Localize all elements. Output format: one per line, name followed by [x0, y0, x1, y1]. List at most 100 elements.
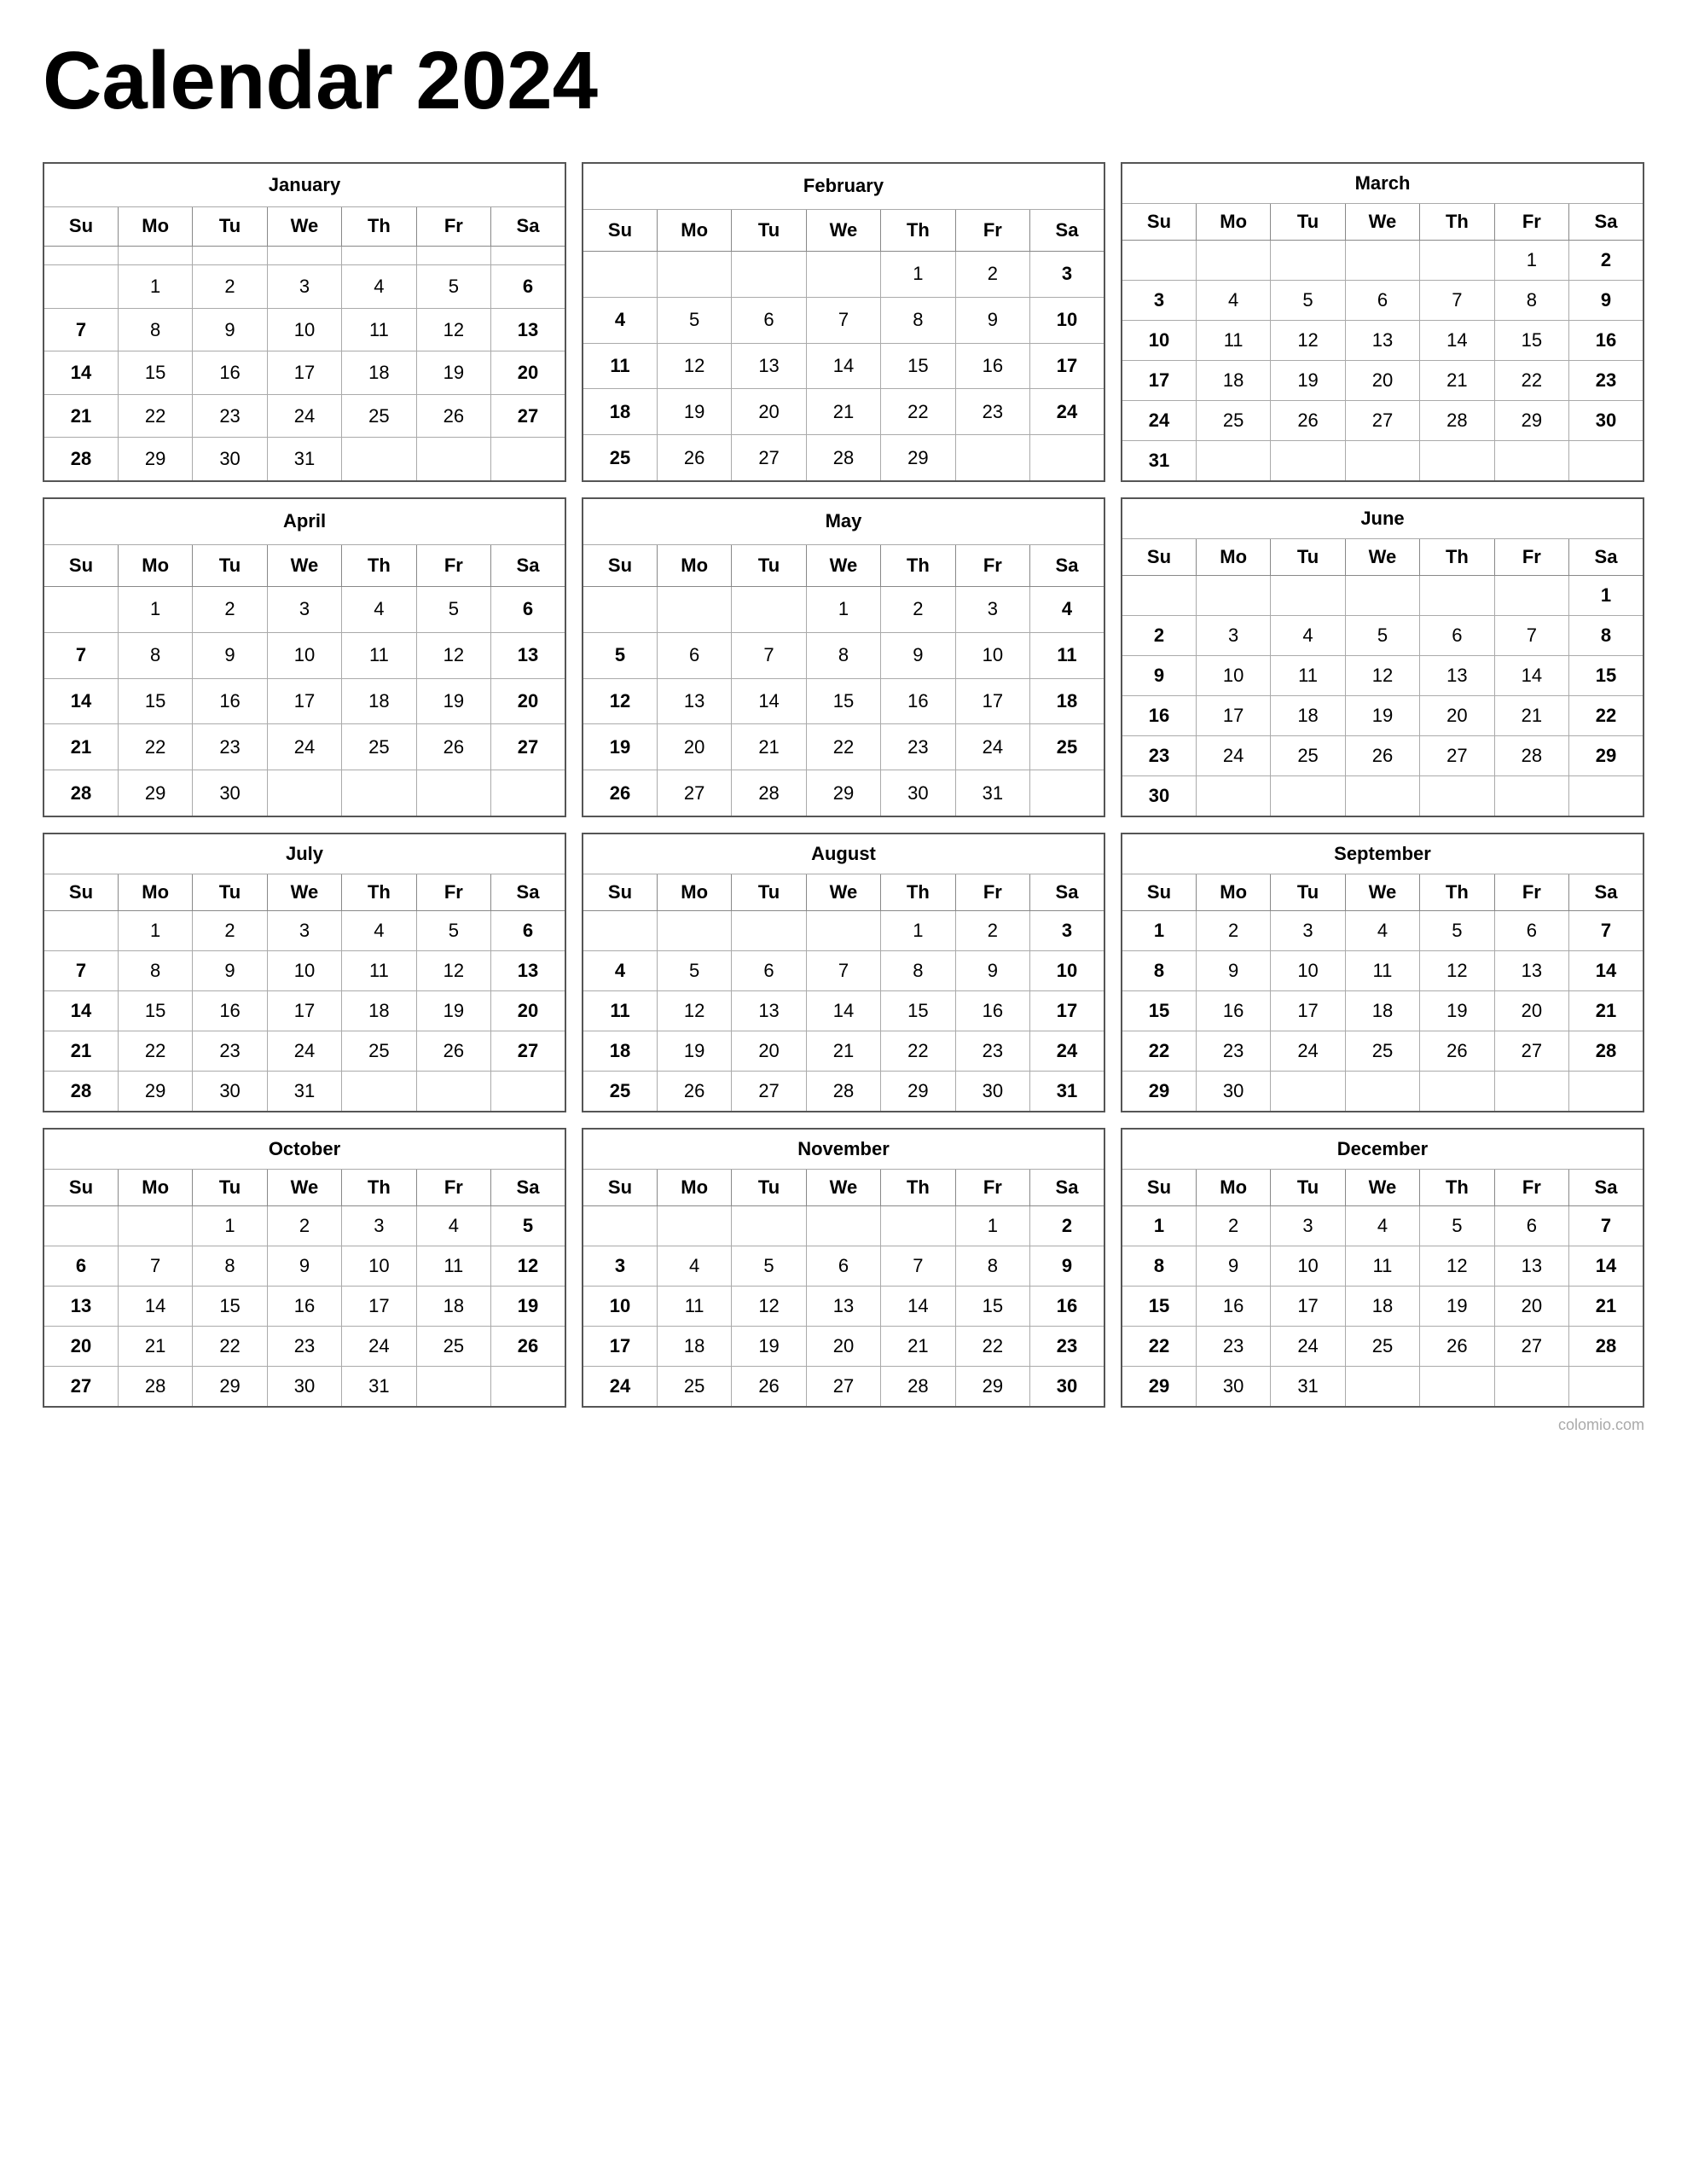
day-cell: 5	[657, 951, 731, 991]
day-cell: 26	[732, 1367, 806, 1408]
day-cell: 13	[657, 678, 731, 724]
month-table-february: FebruarySuMoTuWeThFrSa123456789101112131…	[582, 162, 1105, 482]
day-cell: 7	[43, 951, 118, 991]
day-cell: 11	[1345, 951, 1419, 991]
day-cell: 18	[1271, 696, 1345, 736]
day-cell: 16	[267, 1287, 341, 1327]
day-header-sa: Sa	[1569, 874, 1644, 911]
day-cell: 3	[1030, 911, 1104, 951]
day-cell: 16	[1196, 991, 1270, 1031]
day-header-sa: Sa	[1030, 1170, 1104, 1206]
day-cell	[491, 1072, 565, 1112]
day-cell: 29	[1494, 401, 1568, 441]
day-cell: 21	[1494, 696, 1568, 736]
day-cell	[1345, 1367, 1419, 1408]
day-cell: 19	[491, 1287, 565, 1327]
day-cell: 21	[806, 389, 880, 435]
day-cell: 12	[657, 991, 731, 1031]
day-cell: 4	[583, 297, 657, 343]
day-cell: 14	[1494, 656, 1568, 696]
day-header-fr: Fr	[955, 1170, 1029, 1206]
day-cell	[1196, 441, 1270, 482]
day-cell: 30	[267, 1367, 341, 1408]
day-cell: 6	[43, 1246, 118, 1287]
day-cell: 21	[806, 1031, 880, 1072]
month-table-june: JuneSuMoTuWeThFrSa1234567891011121314151…	[1121, 497, 1644, 817]
day-header-mo: Mo	[118, 206, 192, 246]
day-cell: 13	[491, 951, 565, 991]
day-cell: 22	[118, 1031, 192, 1072]
day-header-tu: Tu	[193, 544, 267, 586]
day-header-tu: Tu	[1271, 204, 1345, 241]
day-cell	[1569, 441, 1644, 482]
day-cell: 16	[1569, 321, 1644, 361]
day-cell	[1420, 576, 1494, 616]
day-cell: 2	[267, 1206, 341, 1246]
day-header-tu: Tu	[732, 1170, 806, 1206]
day-cell: 6	[657, 632, 731, 678]
day-cell: 26	[657, 1072, 731, 1112]
day-cell: 22	[1569, 696, 1644, 736]
day-cell	[342, 770, 416, 816]
day-cell: 10	[583, 1287, 657, 1327]
day-cell: 31	[267, 1072, 341, 1112]
month-table-november: NovemberSuMoTuWeThFrSa123456789101112131…	[582, 1128, 1105, 1408]
day-header-su: Su	[1122, 874, 1196, 911]
day-cell	[491, 246, 565, 265]
day-cell: 17	[1122, 361, 1196, 401]
month-title-august: August	[583, 834, 1104, 874]
day-cell: 27	[1494, 1327, 1568, 1367]
month-table-july: JulySuMoTuWeThFrSa1234567891011121314151…	[43, 833, 566, 1112]
day-header-su: Su	[43, 544, 118, 586]
day-cell: 28	[43, 438, 118, 481]
day-cell: 25	[1345, 1327, 1419, 1367]
day-cell: 19	[416, 678, 490, 724]
day-cell: 12	[1271, 321, 1345, 361]
day-cell: 1	[806, 587, 880, 633]
day-cell	[881, 1206, 955, 1246]
day-cell: 2	[881, 587, 955, 633]
day-cell: 13	[806, 1287, 880, 1327]
day-cell: 9	[193, 308, 267, 351]
day-cell: 1	[1122, 911, 1196, 951]
day-cell: 15	[1122, 1287, 1196, 1327]
day-cell	[806, 252, 880, 298]
day-cell: 29	[881, 435, 955, 481]
day-cell: 5	[1345, 616, 1419, 656]
day-header-fr: Fr	[416, 206, 490, 246]
day-cell: 8	[118, 632, 192, 678]
day-cell	[1030, 770, 1104, 816]
day-cell: 3	[267, 587, 341, 633]
day-cell: 20	[1420, 696, 1494, 736]
day-cell: 14	[43, 678, 118, 724]
day-cell: 20	[491, 991, 565, 1031]
day-cell	[1420, 241, 1494, 281]
day-cell: 16	[193, 678, 267, 724]
day-cell: 9	[881, 632, 955, 678]
month-table-august: AugustSuMoTuWeThFrSa12345678910111213141…	[582, 833, 1105, 1112]
day-cell: 14	[806, 343, 880, 389]
day-cell: 27	[657, 770, 731, 816]
day-cell: 11	[342, 951, 416, 991]
day-cell: 31	[1122, 441, 1196, 482]
day-cell: 26	[416, 724, 490, 770]
day-cell: 10	[1030, 951, 1104, 991]
day-cell: 29	[1569, 736, 1644, 776]
day-cell: 7	[118, 1246, 192, 1287]
day-cell: 9	[1122, 656, 1196, 696]
day-cell: 22	[118, 724, 192, 770]
day-cell: 7	[732, 632, 806, 678]
day-cell: 25	[1345, 1031, 1419, 1072]
day-cell: 1	[118, 265, 192, 309]
day-cell: 4	[657, 1246, 731, 1287]
day-cell: 21	[732, 724, 806, 770]
day-cell: 19	[732, 1327, 806, 1367]
day-cell: 24	[267, 1031, 341, 1072]
day-cell: 30	[1569, 401, 1644, 441]
day-cell: 12	[657, 343, 731, 389]
day-cell	[1271, 1072, 1345, 1112]
day-cell: 4	[1345, 911, 1419, 951]
day-cell: 21	[1420, 361, 1494, 401]
day-cell: 11	[342, 632, 416, 678]
day-cell: 24	[1030, 389, 1104, 435]
